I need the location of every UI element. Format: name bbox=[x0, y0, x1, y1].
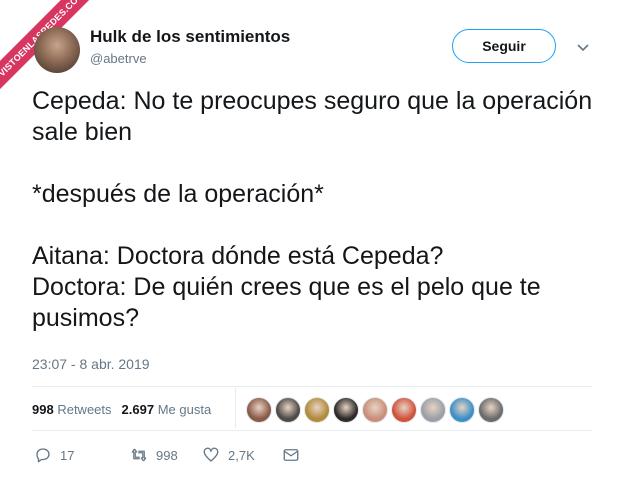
retweets-count: 998 bbox=[32, 402, 54, 417]
reply-icon bbox=[36, 448, 50, 463]
liker-avatar[interactable] bbox=[275, 397, 301, 423]
tweet-line-4: Doctora: De quién crees que es el pelo q… bbox=[32, 273, 541, 332]
tweet-line-3: Aitana: Doctora dónde está Cepeda? bbox=[32, 242, 444, 270]
likes-count: 2.697 bbox=[121, 402, 155, 417]
retweet-count: 998 bbox=[156, 447, 178, 463]
tweet-line-2: *después de la operación* bbox=[32, 180, 324, 208]
heart-icon bbox=[203, 447, 219, 462]
stats-bar: 998 Retweets 2.697 Me gusta bbox=[32, 402, 211, 417]
chevron-down-icon[interactable] bbox=[576, 40, 590, 54]
retweets-label: Retweets bbox=[57, 402, 112, 417]
liker-avatar[interactable] bbox=[246, 397, 272, 423]
author-name[interactable]: Hulk de los sentimientos bbox=[90, 27, 290, 47]
likes-label: Me gusta bbox=[157, 402, 212, 417]
retweet-icon bbox=[131, 448, 147, 462]
divider bbox=[32, 386, 592, 387]
author-handle[interactable]: @abetrve bbox=[90, 51, 147, 66]
likes-stat[interactable]: 2.697 Me gusta bbox=[122, 402, 212, 417]
follow-button[interactable]: Seguir bbox=[452, 29, 556, 63]
stats-separator bbox=[235, 388, 236, 428]
liker-avatar[interactable] bbox=[391, 397, 417, 423]
avatar[interactable] bbox=[34, 27, 80, 73]
tweet-actions: 17 998 2,7K bbox=[34, 446, 308, 464]
likers-avatars bbox=[246, 397, 504, 423]
retweet-stat[interactable]: 998 Retweets bbox=[32, 402, 112, 417]
liker-avatar[interactable] bbox=[420, 397, 446, 423]
divider bbox=[32, 430, 592, 431]
like-action[interactable]: 2,7K bbox=[202, 446, 282, 464]
envelope-icon bbox=[283, 449, 299, 461]
tweet-line-1: Cepeda: No te preocupes seguro que la op… bbox=[32, 87, 593, 146]
reply-action[interactable]: 17 bbox=[34, 446, 130, 464]
liker-avatar[interactable] bbox=[362, 397, 388, 423]
like-count: 2,7K bbox=[228, 447, 255, 463]
message-action[interactable] bbox=[282, 446, 308, 464]
reply-count: 17 bbox=[60, 447, 75, 463]
liker-avatar[interactable] bbox=[449, 397, 475, 423]
liker-avatar[interactable] bbox=[304, 397, 330, 423]
liker-avatar[interactable] bbox=[478, 397, 504, 423]
timestamp[interactable]: 23:07 - 8 abr. 2019 bbox=[32, 356, 150, 372]
tweet-text: Cepeda: No te preocupes seguro que la op… bbox=[32, 86, 602, 334]
liker-avatar[interactable] bbox=[333, 397, 359, 423]
retweet-action[interactable]: 998 bbox=[130, 446, 202, 464]
